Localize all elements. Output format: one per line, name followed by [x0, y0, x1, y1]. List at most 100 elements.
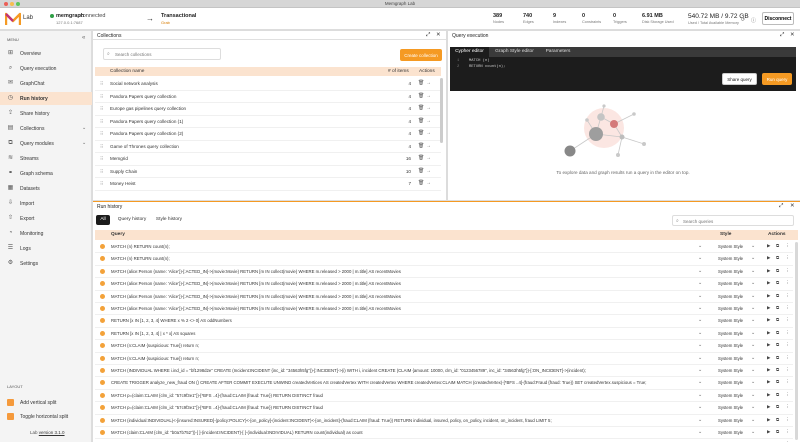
arrow-right-icon[interactable]: → [426, 80, 431, 86]
trash-icon[interactable]: 🗑 [418, 168, 424, 174]
chevron-down-icon[interactable]: ⌄ [698, 429, 702, 435]
drag-handle-icon[interactable]: ⠿ [100, 81, 103, 87]
run-history-row[interactable]: MATCH (individual:INDIVIDUAL)<-[insured:… [95, 415, 793, 427]
drag-handle-icon[interactable]: ⠿ [100, 156, 103, 162]
chevron-down-icon[interactable]: ⌄ [751, 317, 755, 323]
sidebar-item-import[interactable]: ⇩ Import [0, 197, 92, 210]
trash-icon[interactable]: 🗑 [418, 93, 424, 99]
chevron-down-icon[interactable]: ⌄ [698, 342, 702, 348]
copy-icon[interactable]: ⧉ [776, 330, 779, 335]
chevron-down-icon[interactable]: ⌄ [751, 305, 755, 311]
collections-search[interactable]: ⌕ [103, 48, 221, 60]
more-icon[interactable]: ⋮ [785, 404, 790, 410]
arrow-right-icon[interactable]: → [426, 130, 431, 136]
run-history-scrollbar[interactable] [795, 242, 798, 440]
run-history-row[interactable]: MATCH (alice:Person {name: 'Alice'})-[:A… [95, 278, 793, 291]
sidebar-item-share-history[interactable]: ⇪ Share history [0, 107, 92, 120]
run-icon[interactable]: ▶ [767, 379, 770, 385]
run-history-row[interactable]: MATCH (n:CLAIM {suspicious: True}) retur… [95, 353, 793, 365]
sidebar-item-run-history[interactable]: ◷ Run history [0, 92, 92, 105]
chevron-down-icon[interactable]: ⌄ [698, 379, 702, 385]
create-collection-button[interactable]: Create collection [400, 49, 442, 61]
run-icon[interactable]: ▶ [767, 280, 770, 286]
run-history-row[interactable]: MATCH (alice:Person {name: 'Alice'})-[:A… [95, 303, 793, 316]
tab-parameters[interactable]: Parameters [540, 47, 576, 57]
sidebar-item-streams[interactable]: ≋ Streams [0, 152, 92, 165]
copy-icon[interactable]: ⧉ [776, 392, 779, 397]
close-panel-icon[interactable]: ✕ [790, 32, 795, 38]
trash-icon[interactable]: 🗑 [418, 130, 424, 136]
tab-cypher-editor[interactable]: Cypher editor [450, 47, 489, 57]
collection-row[interactable]: ⠿ Europe gas pipelines query collection 4 🗑… [95, 103, 441, 116]
copy-icon[interactable]: ⧉ [776, 355, 779, 360]
run-history-search-input[interactable] [683, 218, 783, 224]
version-link[interactable]: version 3.1.0 [39, 430, 65, 435]
run-icon[interactable]: ▶ [767, 293, 770, 299]
more-icon[interactable]: ⋮ [785, 293, 790, 299]
drag-handle-icon[interactable]: ⠿ [100, 119, 103, 125]
more-icon[interactable]: ⋮ [785, 342, 790, 348]
chevron-down-icon[interactable]: ⌄ [751, 342, 755, 348]
more-icon[interactable]: ⋮ [785, 417, 790, 423]
sidebar-item-graphchat[interactable]: ✉ GraphChat [0, 77, 92, 90]
tab-graph-style-editor[interactable]: Graph Style editor [490, 47, 539, 57]
tab-query-history[interactable]: Query history [115, 215, 149, 225]
copy-icon[interactable]: ⧉ [776, 243, 779, 248]
drag-handle-icon[interactable]: ⠿ [100, 169, 103, 175]
run-history-row[interactable]: MATCH p=(claim:CLAIM {clm_id: "57c9f3e1"… [95, 390, 793, 403]
trash-icon[interactable]: 🗑 [418, 118, 424, 124]
arrow-right-icon[interactable]: → [426, 155, 431, 161]
run-history-row[interactable]: MATCH (alice:Person {name: 'Alice'})-[:A… [95, 266, 793, 279]
tab-style-history[interactable]: Style history [153, 215, 185, 225]
run-icon[interactable]: ▶ [767, 404, 770, 410]
sidebar-item-collections[interactable]: ▤ Collections ⌄ [0, 122, 92, 135]
more-icon[interactable]: ⋮ [785, 392, 790, 398]
chevron-down-icon[interactable]: ⌄ [698, 243, 702, 249]
trash-icon[interactable]: 🗑 [418, 180, 424, 186]
trash-icon[interactable]: 🗑 [418, 155, 424, 161]
copy-icon[interactable]: ⧉ [776, 280, 779, 285]
arrow-right-icon[interactable]: → [426, 93, 431, 99]
more-icon[interactable]: ⋮ [785, 317, 790, 323]
run-icon[interactable]: ▶ [767, 268, 770, 274]
refresh-icon[interactable]: ⟳ [741, 17, 745, 23]
trash-icon[interactable]: 🗑 [418, 143, 424, 149]
copy-icon[interactable]: ⧉ [776, 417, 779, 422]
copy-icon[interactable]: ⧉ [776, 404, 779, 409]
collection-row[interactable]: ⠿ Pandora Papers query collection (2) 4 🗑 → [95, 128, 441, 141]
run-icon[interactable]: ▶ [767, 342, 770, 348]
run-icon[interactable]: ▶ [767, 330, 770, 336]
run-history-row[interactable]: MATCH p=(claim:CLAIM {clm_id: "57c9f3e1"… [95, 402, 793, 415]
chevron-down-icon[interactable]: ⌄ [751, 392, 755, 398]
run-icon[interactable]: ▶ [767, 243, 770, 249]
sidebar-item-datasets[interactable]: ▦ Datasets [0, 182, 92, 195]
more-icon[interactable]: ⋮ [785, 255, 790, 261]
run-history-row[interactable]: RETURN [x IN [1, 2, 3, 4] WHERE x % 2 <>… [95, 315, 793, 328]
run-history-row[interactable]: MATCH (alice:Person {name: 'Alice'})-[:A… [95, 291, 793, 303]
arrow-right-icon[interactable]: → [426, 105, 431, 111]
trash-icon[interactable]: 🗑 [418, 105, 424, 111]
info-icon[interactable]: ⓘ [751, 17, 756, 24]
chevron-down-icon[interactable]: ⌄ [698, 293, 702, 299]
more-icon[interactable]: ⋮ [785, 379, 790, 385]
arrow-right-icon[interactable]: → [426, 143, 431, 149]
disconnect-button[interactable]: Disconnect [762, 12, 794, 25]
copy-icon[interactable]: ⧉ [776, 255, 779, 260]
drag-handle-icon[interactable]: ⠿ [100, 106, 103, 112]
run-history-row[interactable]: RETURN [x IN [1, 2, 3, 4] | x * x] AS sq… [95, 328, 793, 341]
chevron-down-icon[interactable]: ⌄ [751, 417, 755, 423]
run-icon[interactable]: ▶ [767, 317, 770, 323]
copy-icon[interactable]: ⧉ [776, 379, 779, 384]
drag-handle-icon[interactable]: ⠿ [100, 144, 103, 150]
chevron-down-icon[interactable]: ⌄ [751, 268, 755, 274]
copy-icon[interactable]: ⧉ [776, 429, 779, 434]
drag-handle-icon[interactable]: ⠿ [100, 181, 103, 187]
run-history-row[interactable]: MATCH (n) RETURN count(n); ⌄ System Style ⌄… [95, 253, 793, 266]
drag-handle-icon[interactable]: ⠿ [100, 131, 103, 137]
chevron-down-icon[interactable]: ⌄ [751, 379, 755, 385]
collection-row[interactable]: ⠿ Pandora Papers query collection (1) 4 🗑 → [95, 116, 441, 128]
copy-icon[interactable]: ⧉ [776, 367, 779, 372]
arrow-right-icon[interactable]: → [426, 118, 431, 124]
more-icon[interactable]: ⋮ [785, 243, 790, 249]
chevron-down-icon[interactable]: ⌄ [698, 330, 702, 336]
